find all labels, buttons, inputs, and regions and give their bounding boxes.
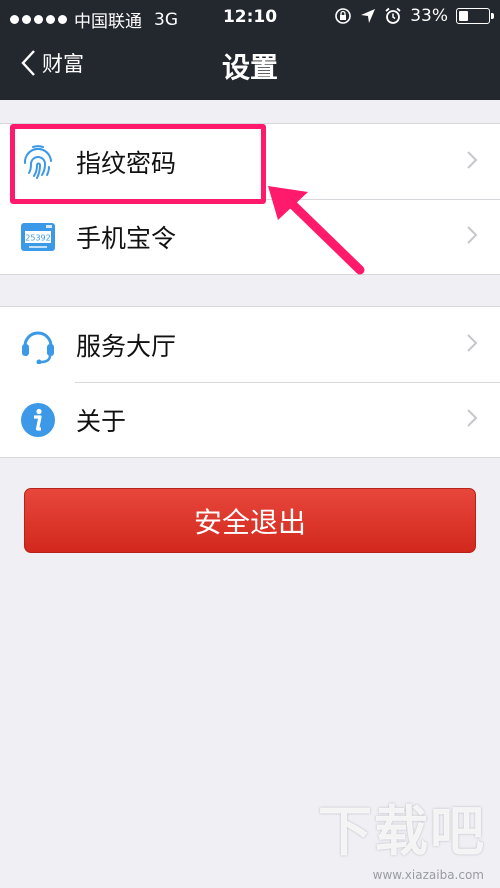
page-title: 设置 [221, 51, 278, 84]
settings-item-about[interactable]: 关于 [0, 382, 500, 457]
watermark-logo: 下载吧 [318, 800, 486, 863]
headset-icon [19, 326, 57, 364]
token-device-icon: 25392 [19, 218, 57, 256]
settings-group-security: 指纹密码 25392 手机宝令 [0, 123, 500, 275]
info-icon [19, 401, 57, 439]
navigation-bar: 中国联通 3G 12:10 33% 财富 设置 [0, 0, 500, 100]
location-arrow-icon [361, 9, 376, 23]
status-bar: 中国联通 3G 12:10 33% [0, 0, 500, 34]
fingerprint-icon [19, 143, 57, 181]
settings-item-label: 手机宝令 [76, 223, 177, 253]
settings-item-fingerprint[interactable]: 指纹密码 [0, 124, 500, 199]
settings-item-service-hall[interactable]: 服务大厅 [0, 307, 500, 382]
settings-item-label: 服务大厅 [76, 331, 177, 361]
settings-group-service: 服务大厅 关于 [0, 306, 500, 458]
chevron-right-icon [466, 150, 478, 174]
token-code: 25392 [25, 233, 50, 242]
watermark-url: www.xiazaiba.com [372, 868, 484, 882]
chevron-right-icon [466, 225, 478, 249]
settings-item-label: 关于 [76, 406, 127, 436]
battery-percentage: 33% [410, 6, 448, 26]
battery-icon [456, 8, 494, 24]
settings-item-label: 指纹密码 [76, 148, 177, 178]
settings-item-mobile-token[interactable]: 25392 手机宝令 [0, 199, 500, 274]
rotation-lock-icon [335, 8, 352, 24]
chevron-right-icon [466, 408, 478, 432]
alarm-icon [385, 7, 401, 24]
chevron-right-icon [466, 333, 478, 357]
logout-button[interactable]: 安全退出 [24, 488, 476, 553]
